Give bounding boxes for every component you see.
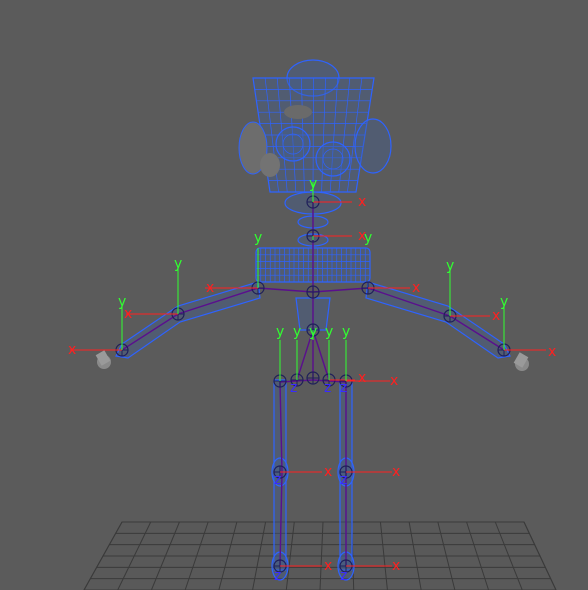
axis-x-label: x: [68, 342, 76, 358]
axis-x-label: x: [548, 344, 556, 360]
axis-y-label: y: [309, 176, 317, 192]
axis-y-indicator: y: [309, 324, 317, 340]
axis-y-label: y: [276, 324, 284, 340]
axis-z-label: z: [324, 380, 331, 396]
axis-y-indicator: y: [342, 324, 350, 381]
axis-x-label: x: [492, 308, 500, 324]
axis-y-label: y: [174, 256, 182, 272]
axis-x-label: x: [392, 464, 400, 480]
axis-y-label: y: [342, 324, 350, 340]
axis-z-label: z: [340, 380, 347, 396]
axis-x-label: x: [358, 194, 366, 210]
axis-z-indicator: z: [340, 472, 347, 488]
axis-z-label: z: [274, 568, 281, 584]
robot-rig-scene: xxxxxxxxxxx xx xyyyyyyyy y y yyz z zz zz z: [68, 59, 557, 590]
axis-y-indicator: y: [276, 324, 284, 381]
axis-y-label: y: [293, 324, 301, 340]
axis-z-label: z: [340, 568, 347, 584]
axis-x-label: x: [324, 558, 332, 574]
axis-z-label: z: [274, 472, 281, 488]
axis-x-indicator: x: [346, 373, 398, 389]
skeleton-joint[interactable]: [306, 371, 320, 385]
axis-y-label: y: [325, 324, 333, 340]
axis-z-indicator: z: [290, 380, 297, 396]
axis-z-indicator: z: [274, 472, 281, 488]
axis-y-label: y: [364, 230, 372, 246]
axis-x-label: x: [412, 280, 420, 296]
axis-x-label: x: [358, 370, 366, 386]
axis-z-indicator: z: [340, 380, 347, 396]
axis-x-indicator: x: [68, 342, 122, 358]
axis-x-indicator: x: [346, 464, 400, 480]
ground-grid: [83, 521, 557, 590]
viewport-3d[interactable]: xxxxxxxxxxxxxxyyyyyyyyyyyyzzzzzzz: [0, 0, 588, 590]
axis-x-label: x: [390, 373, 398, 389]
axis-z-indicator: z: [324, 380, 331, 396]
axis-x-label: x: [392, 558, 400, 574]
robot-head: [238, 59, 392, 193]
axis-y-label: y: [446, 258, 454, 274]
axis-y-label: y: [500, 294, 508, 310]
axis-z-indicator: z: [274, 568, 281, 584]
axis-y-label: y: [118, 294, 126, 310]
axis-x-indicator: x: [504, 344, 556, 360]
axis-x-label: x: [206, 280, 214, 296]
axis-z-label: z: [290, 380, 297, 396]
axis-y-label: y: [254, 230, 262, 246]
axis-z-label: z: [340, 472, 347, 488]
axis-x-label: x: [324, 464, 332, 480]
axis-y-label: y: [309, 324, 317, 340]
axis-z-indicator: z: [340, 568, 347, 584]
skeleton-joint[interactable]: [306, 285, 320, 299]
